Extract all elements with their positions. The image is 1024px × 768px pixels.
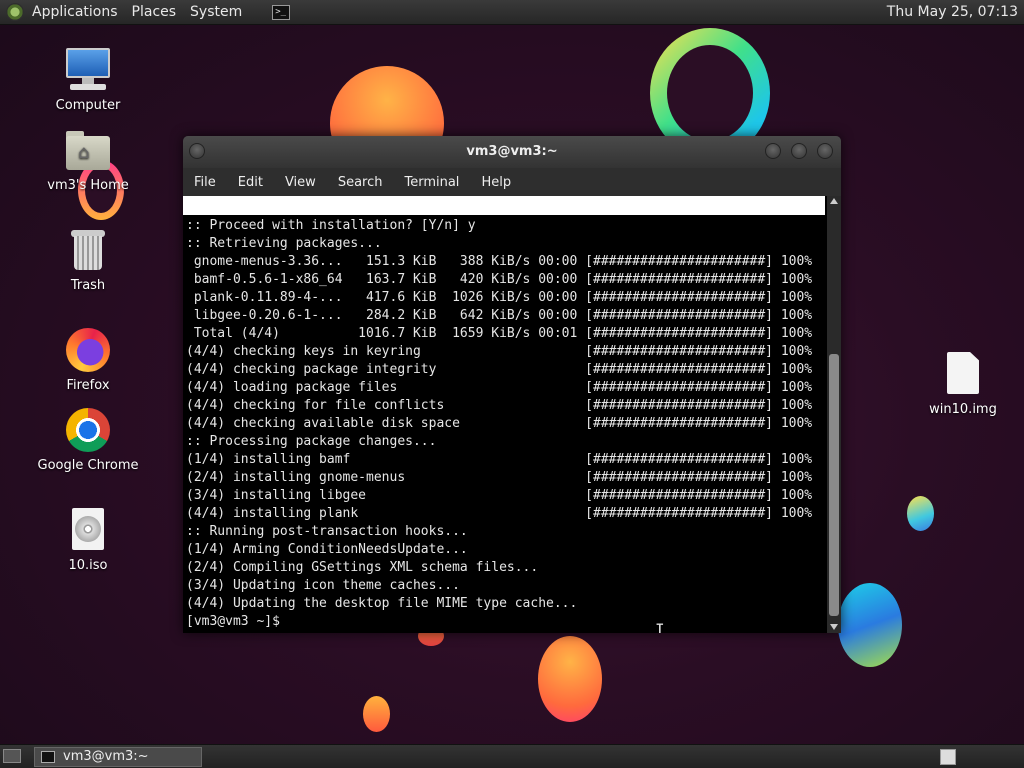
terminal-icon [41, 751, 55, 763]
maximize-button[interactable] [791, 143, 807, 159]
minimize-button[interactable] [765, 143, 781, 159]
menu-file[interactable]: File [183, 175, 227, 190]
desktop-icon-trash[interactable]: Trash [33, 226, 143, 293]
desktop-icon-firefox[interactable]: Firefox [33, 326, 143, 393]
taskbar-window-label: vm3@vm3:~ [63, 749, 149, 764]
wallpaper-shape [907, 496, 934, 531]
window-menu-icon[interactable] [189, 143, 205, 159]
clock[interactable]: Thu May 25, 07:13 [887, 4, 1018, 20]
scrollbar-thumb[interactable] [829, 354, 839, 616]
desktop-icon-win10-img[interactable]: win10.img [908, 350, 1018, 417]
terminal-launcher-icon[interactable]: >_ [272, 4, 291, 20]
menu-help[interactable]: Help [470, 175, 522, 190]
computer-icon [64, 46, 112, 94]
scroll-up-icon[interactable] [830, 198, 838, 204]
top-panel: Applications Places System >_ Thu May 25… [0, 0, 1024, 25]
wallpaper-shape [838, 583, 902, 667]
file-icon [939, 350, 987, 398]
chrome-icon [64, 406, 112, 454]
desktop-icon-home[interactable]: ⌂ vm3's Home [33, 126, 143, 193]
terminal-scrollbar[interactable] [827, 196, 841, 633]
desktop-icon-label: Computer [55, 98, 121, 113]
menu-edit[interactable]: Edit [227, 175, 274, 190]
terminal-menubar: File Edit View Search Terminal Help [183, 168, 841, 196]
distro-logo-icon[interactable] [6, 3, 24, 21]
desktop-icon-computer[interactable]: Computer [33, 46, 143, 113]
show-desktop-icon[interactable] [3, 749, 21, 763]
places-menu[interactable]: Places [132, 4, 177, 20]
wallpaper-shape [363, 696, 390, 732]
text-cursor-icon: I [655, 620, 665, 633]
desktop-icon-chrome[interactable]: Google Chrome [33, 406, 143, 473]
desktop-icon-label: win10.img [929, 402, 997, 417]
desktop-icon-iso[interactable]: 10.iso [33, 506, 143, 573]
applications-menu[interactable]: Applications [32, 4, 118, 20]
terminal-window[interactable]: vm3@vm3:~ File Edit View Search Terminal… [183, 136, 841, 633]
menu-terminal[interactable]: Terminal [393, 175, 470, 190]
desktop-icon-label: Firefox [66, 378, 110, 393]
close-button[interactable] [817, 143, 833, 159]
terminal-highlight-line [183, 196, 825, 215]
system-menu[interactable]: System [190, 4, 242, 20]
bottom-panel: vm3@vm3:~ [0, 744, 1024, 768]
window-titlebar[interactable]: vm3@vm3:~ [183, 136, 841, 168]
terminal-output-area[interactable]: :: Proceed with installation? [Y/n] y ::… [183, 196, 827, 633]
menu-view[interactable]: View [274, 175, 327, 190]
workspace-switcher[interactable] [940, 749, 956, 765]
taskbar-window-button[interactable]: vm3@vm3:~ [34, 747, 202, 767]
wallpaper-shape [538, 636, 602, 722]
firefox-icon [64, 326, 112, 374]
desktop-icon-label: 10.iso [68, 558, 108, 573]
disc-image-icon [64, 506, 112, 554]
desktop-icon-label: Trash [70, 278, 106, 293]
window-title: vm3@vm3:~ [466, 144, 558, 159]
desktop-icon-label: Google Chrome [37, 458, 139, 473]
scroll-down-icon[interactable] [830, 624, 838, 630]
home-folder-icon: ⌂ [64, 126, 112, 174]
terminal-output: :: Proceed with installation? [Y/n] y ::… [186, 218, 813, 629]
menu-search[interactable]: Search [327, 175, 394, 190]
trash-icon [64, 226, 112, 274]
desktop-icon-label: vm3's Home [47, 178, 129, 193]
